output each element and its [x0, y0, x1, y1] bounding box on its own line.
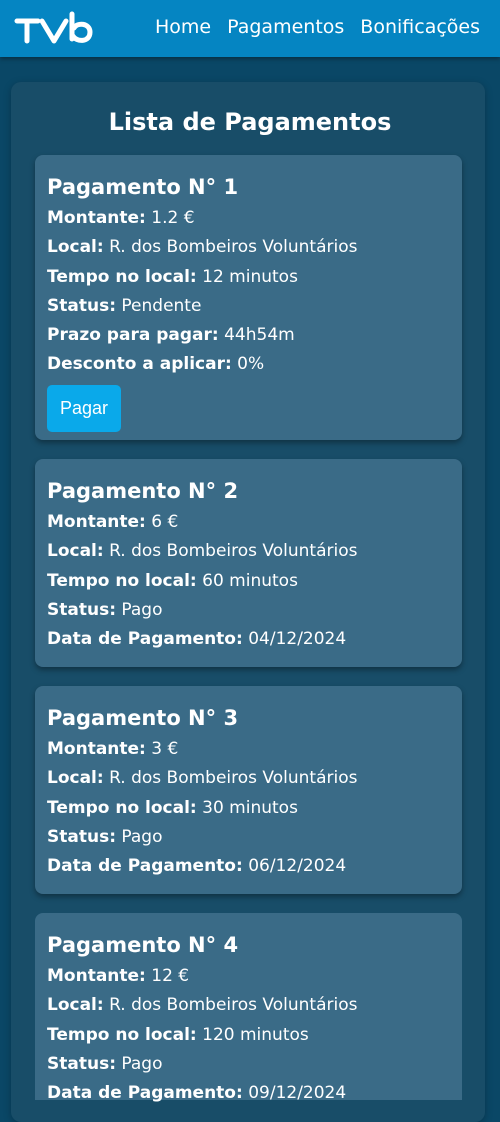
payment-title: Pagamento N° 1: [47, 175, 239, 199]
payment-card-2: Pagamento N° 2 Montante: 6 € Local: R. d…: [35, 459, 462, 667]
discount-value: 0%: [237, 354, 265, 375]
status-value: Pago: [121, 1053, 163, 1074]
payment-card-1: Pagamento N° 1 Montante: 1.2 € Local: R.…: [35, 155, 462, 440]
status-label: Status:: [47, 1053, 116, 1074]
time-field: Tempo no local: 120 minutos: [47, 1021, 450, 1050]
amount-field: Montante: 3 €: [47, 735, 450, 764]
status-label: Status:: [47, 295, 116, 316]
amount-value: 12 €: [151, 966, 190, 986]
location-field: Local: R. dos Bombeiros Voluntários: [47, 233, 450, 262]
time-label: Tempo no local:: [47, 570, 197, 591]
amount-value: 6 €: [151, 512, 179, 532]
location-field: Local: R. dos Bombeiros Voluntários: [47, 764, 450, 793]
status-label: Status:: [47, 826, 116, 847]
paid-date-value: 09/12/2024: [248, 1083, 347, 1104]
page-title: Lista de Pagamentos: [108, 108, 392, 136]
discount-field: Desconto a aplicar: 0%: [47, 350, 450, 379]
amount-value: 1.2 €: [151, 208, 195, 228]
location-label: Local:: [47, 237, 104, 258]
amount-label: Montante:: [47, 739, 146, 759]
paid-date-label: Data de Pagamento:: [47, 629, 243, 650]
deadline-label: Prazo para pagar:: [47, 325, 219, 346]
status-field: Status: Pendente: [47, 292, 450, 321]
time-label: Tempo no local:: [47, 797, 197, 818]
location-value: R. dos Bombeiros Voluntários: [109, 237, 358, 258]
status-field: Status: Pago: [47, 823, 450, 852]
discount-label: Desconto a aplicar:: [47, 354, 232, 375]
location-value: R. dos Bombeiros Voluntários: [109, 768, 358, 789]
status-value: Pendente: [121, 295, 202, 316]
paid-date-label: Data de Pagamento:: [47, 1083, 243, 1104]
amount-field: Montante: 1.2 €: [47, 204, 450, 233]
amount-label: Montante:: [47, 208, 146, 228]
time-label: Tempo no local:: [47, 266, 197, 287]
location-value: R. dos Bombeiros Voluntários: [109, 995, 358, 1016]
paid-date-value: 06/12/2024: [248, 856, 347, 877]
status-field: Status: Pago: [47, 596, 450, 625]
deadline-value: 44h54m: [224, 325, 295, 346]
status-value: Pago: [121, 826, 163, 847]
deadline-field: Prazo para pagar: 44h54m: [47, 321, 450, 350]
nav-bonificacoes[interactable]: Bonificações: [360, 15, 480, 39]
time-label: Tempo no local:: [47, 1024, 197, 1045]
time-value: 12 minutos: [202, 266, 298, 287]
amount-field: Montante: 12 €: [47, 962, 450, 991]
paid-date-value: 04/12/2024: [248, 629, 347, 650]
time-field: Tempo no local: 60 minutos: [47, 567, 450, 596]
location-field: Local: R. dos Bombeiros Voluntários: [47, 537, 450, 566]
main-nav: Home Pagamentos Bonificações: [155, 15, 480, 39]
time-field: Tempo no local: 30 minutos: [47, 794, 450, 823]
time-field: Tempo no local: 12 minutos: [47, 263, 450, 292]
nav-pagamentos[interactable]: Pagamentos: [227, 15, 344, 39]
amount-field: Montante: 6 €: [47, 508, 450, 537]
status-field: Status: Pago: [47, 1050, 450, 1079]
payment-title: Pagamento N° 4: [47, 933, 239, 957]
paid-date-label: Data de Pagamento:: [47, 856, 243, 877]
time-value: 120 minutos: [202, 1024, 309, 1045]
status-label: Status:: [47, 599, 116, 620]
pay-button[interactable]: Pagar: [47, 384, 122, 432]
paid-date-field: Data de Pagamento: 06/12/2024: [47, 852, 450, 881]
paid-date-field: Data de Pagamento: 09/12/2024: [47, 1079, 450, 1108]
status-value: Pago: [121, 599, 163, 620]
amount-value: 3 €: [151, 739, 179, 759]
paid-date-field: Data de Pagamento: 04/12/2024: [47, 625, 450, 654]
tvb-logo[interactable]: [14, 10, 96, 44]
payment-card-4: Pagamento N° 4 Montante: 12 € Local: R. …: [35, 913, 462, 1103]
location-value: R. dos Bombeiros Voluntários: [109, 541, 358, 562]
nav-home[interactable]: Home: [155, 15, 211, 39]
location-label: Local:: [47, 541, 104, 562]
amount-label: Montante:: [47, 512, 146, 532]
payment-card-3: Pagamento N° 3 Montante: 3 € Local: R. d…: [35, 686, 462, 894]
location-field: Local: R. dos Bombeiros Voluntários: [47, 991, 450, 1020]
location-label: Local:: [47, 995, 104, 1016]
payment-title: Pagamento N° 2: [47, 479, 239, 503]
payment-title: Pagamento N° 3: [47, 706, 239, 730]
top-navbar: Home Pagamentos Bonificações: [0, 0, 500, 57]
time-value: 60 minutos: [202, 570, 298, 591]
location-label: Local:: [47, 768, 104, 789]
amount-label: Montante:: [47, 966, 146, 986]
time-value: 30 minutos: [202, 797, 298, 818]
